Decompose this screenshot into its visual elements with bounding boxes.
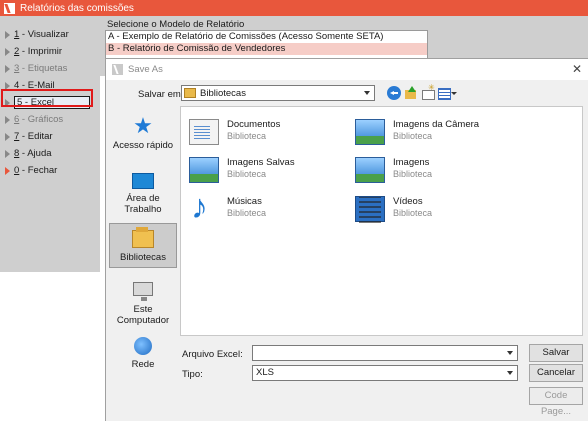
music-icon — [189, 188, 219, 227]
report-item-a[interactable]: A - Exemplo de Relatório de Comissões (A… — [106, 31, 427, 43]
app-title: Relatórios das comissões — [20, 2, 134, 14]
arrow-icon — [5, 47, 10, 56]
places-bar: ★ Acesso rápido Área de Trabalho Bibliot… — [109, 106, 177, 336]
chevron-down-icon — [364, 91, 370, 95]
up-folder-icon[interactable] — [404, 86, 418, 100]
dialog-titlebar: Save As ✕ — [106, 59, 588, 80]
view-menu-icon[interactable] — [438, 86, 457, 100]
report-item-b[interactable]: B - Relatório de Comissão de Vendedores — [106, 43, 427, 55]
library-item-videos[interactable]: Vídeos Biblioteca — [355, 196, 432, 223]
arrow-icon — [5, 30, 10, 39]
network-icon — [134, 337, 152, 355]
camera-images-icon — [355, 119, 385, 145]
library-folder-icon — [184, 88, 196, 98]
menu-item-email[interactable]: 4 - E-Mail — [0, 77, 100, 94]
desktop-icon — [132, 173, 154, 189]
menu-item-excel[interactable]: 5 - Excel — [0, 94, 100, 111]
place-network[interactable]: Rede — [109, 337, 177, 375]
library-item-imagens-salvas[interactable]: Imagens Salvas Biblioteca — [189, 157, 295, 183]
place-libraries[interactable]: Bibliotecas — [109, 223, 177, 268]
arrow-icon — [5, 149, 10, 158]
library-item-imagens-camera[interactable]: Imagens da Câmera Biblioteca — [355, 119, 479, 145]
app-logo-icon — [4, 2, 15, 14]
library-item-imagens[interactable]: Imagens Biblioteca — [355, 157, 432, 183]
library-item-musicas[interactable]: MúsicasBiblioteca — [189, 188, 266, 227]
menu-item-etiquetas[interactable]: 3 - Etiquetas — [0, 60, 100, 77]
app-titlebar: Relatórios das comissões — [0, 0, 588, 16]
star-icon: ★ — [133, 113, 153, 138]
type-dropdown[interactable]: XLS — [252, 365, 518, 381]
report-label: Selecione o Modelo de Relatório — [107, 19, 245, 30]
cancel-button[interactable]: Cancelar — [529, 364, 583, 382]
filename-label: Arquivo Excel: — [182, 349, 243, 360]
dialog-title: Save As — [128, 64, 163, 75]
videos-icon — [355, 196, 385, 223]
menu-item-fechar[interactable]: 0 - Fechar — [0, 162, 100, 179]
code-page-button[interactable]: Code Page... — [529, 387, 583, 417]
menu-item-imprimir[interactable]: 2 - Imprimir — [0, 43, 100, 60]
close-icon[interactable]: ✕ — [572, 62, 582, 76]
documents-icon — [189, 119, 219, 145]
place-quick-access[interactable]: ★ Acesso rápido — [109, 112, 177, 158]
filename-input[interactable] — [252, 345, 518, 361]
arrow-icon — [5, 166, 10, 175]
save-in-label: Salvar em: — [138, 89, 184, 100]
save-in-dropdown[interactable]: Bibliotecas — [181, 85, 375, 101]
menu-item-editar[interactable]: 7 - Editar — [0, 128, 100, 145]
arrow-icon — [5, 115, 10, 124]
library-item-documentos[interactable]: Documentos Biblioteca — [189, 119, 280, 145]
arrow-icon — [5, 132, 10, 141]
arrow-icon — [5, 98, 10, 107]
menu-item-graficos[interactable]: 6 - Gráficos — [0, 111, 100, 128]
app-sidebar: 1 - Visualizar 2 - Imprimir 3 - Etiqueta… — [0, 16, 100, 272]
new-folder-icon[interactable] — [421, 83, 435, 100]
computer-icon — [133, 282, 153, 301]
save-button[interactable]: Salvar — [529, 344, 583, 362]
place-desktop[interactable]: Área de Trabalho — [109, 169, 177, 221]
arrow-icon — [5, 64, 10, 73]
type-value: XLS — [256, 367, 274, 378]
images-icon — [355, 157, 385, 183]
menu-item-ajuda[interactable]: 8 - Ajuda — [0, 145, 100, 162]
save-as-dialog: Save As ✕ Salvar em: Bibliotecas ★ Acess… — [105, 58, 588, 421]
library-icon — [132, 227, 154, 248]
back-icon[interactable] — [387, 86, 401, 100]
menu-item-visualizar[interactable]: 1 - Visualizar — [0, 26, 100, 43]
arrow-icon — [5, 81, 10, 90]
type-label: Tipo: — [182, 369, 203, 380]
save-in-value: Bibliotecas — [200, 87, 246, 99]
place-this-computer[interactable]: Este Computador — [109, 280, 177, 330]
file-list[interactable]: Documentos Biblioteca Imagens da Câmera Bi… — [180, 106, 583, 336]
app-logo-icon — [112, 64, 123, 75]
saved-images-icon — [189, 157, 219, 183]
